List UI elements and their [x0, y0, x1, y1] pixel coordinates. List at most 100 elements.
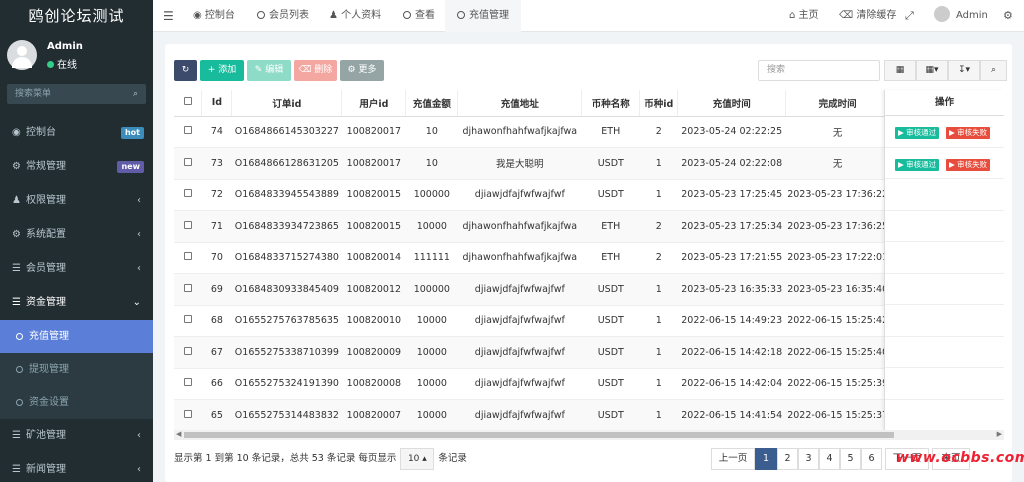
sidebar-search-input[interactable]: 搜索菜单 ⌕	[7, 84, 146, 104]
row-checkbox[interactable]	[174, 147, 202, 180]
cell-address: 我是大聪明	[457, 147, 582, 180]
recharge-table: Id 订单id 用户id 充值金额 充值地址 币种名称 币种id 充值时间 完成…	[174, 90, 1004, 430]
cell-coin: USDT	[581, 273, 640, 306]
sidebar-item-permissions[interactable]: ♟ 权限管理 ‹	[0, 184, 153, 218]
sidebar-item-dashboard[interactable]: ◉ 控制台 hot	[0, 116, 153, 150]
prev-page-button[interactable]: 上一页	[711, 448, 755, 470]
table-row[interactable]: 70 O1684833715274380 100820014 111111 djhawo…	[174, 242, 1004, 274]
add-button[interactable]: + 添加	[200, 60, 244, 81]
row-checkbox[interactable]	[174, 179, 202, 211]
row-checkbox[interactable]	[174, 368, 202, 400]
column-header[interactable]: 充值时间	[677, 90, 787, 117]
sidebar-subitem-recharge[interactable]: 充值管理	[0, 320, 153, 353]
column-header[interactable]: 用户id	[341, 90, 407, 117]
row-checkbox[interactable]	[174, 399, 202, 430]
app-logo-title[interactable]: 鸥创论坛测试	[0, 0, 153, 32]
operations-column: 操作 ▶ 审核通过 ▶ 审核失败 ▶ 审核通过 ▶ 审核失败	[884, 90, 1004, 431]
column-header[interactable]: 订单id	[231, 90, 343, 117]
approve-button[interactable]: ▶ 审核通过	[895, 158, 940, 171]
sidebar-item-general[interactable]: ⚙ 常规管理 new	[0, 150, 153, 184]
column-header[interactable]: 完成时间	[785, 90, 891, 117]
table-row[interactable]: 67 O1655275338710399 100820009 10000 djiawjd…	[174, 336, 1004, 369]
sidebar-item-news[interactable]: ☰ 新闻管理 ‹	[0, 453, 153, 482]
column-header[interactable]: 币种名称	[581, 90, 641, 117]
row-checkbox[interactable]	[174, 273, 202, 306]
row-checkbox[interactable]	[174, 305, 202, 337]
tab-member-list[interactable]: 会员列表	[257, 0, 309, 32]
scroll-right-icon[interactable]: ▶	[997, 430, 1002, 438]
column-header[interactable]: Id	[201, 90, 233, 117]
card-view-button[interactable]: ▦	[884, 60, 916, 81]
play-icon: ▶	[898, 128, 907, 137]
settings-gear-icon[interactable]: ⚙	[1003, 0, 1013, 32]
select-all-checkbox[interactable]	[174, 90, 203, 117]
table-row[interactable]: 68 O1655275763785635 100820010 10000 djiawjd…	[174, 305, 1004, 337]
export-button[interactable]: ↧▾	[948, 60, 980, 81]
cell-coin-id: 2	[639, 210, 678, 243]
edit-button[interactable]: ✎ 编辑	[247, 60, 291, 81]
page-button-2[interactable]: 2	[777, 448, 798, 470]
column-header[interactable]: 充值金额	[405, 90, 459, 117]
table-row[interactable]: 72 O1684833945543889 100820015 100000 djiawj…	[174, 179, 1004, 211]
sidebar-subitem-fund-settings[interactable]: 资金设置	[0, 386, 153, 419]
delete-button[interactable]: ⌫ 删除	[294, 60, 337, 81]
page-size-select[interactable]: 10 ▴	[400, 448, 435, 470]
cogs-icon: ⚙	[12, 161, 21, 172]
more-label: 更多	[358, 65, 377, 75]
page-button-6[interactable]: 6	[861, 448, 882, 470]
table-search-input[interactable]: 搜索	[758, 60, 880, 81]
scrollbar-thumb[interactable]	[184, 432, 894, 438]
table-row[interactable]: 73 O1684866128631205 100820017 10 我是大聪明 USDT 1…	[174, 147, 1004, 180]
table-row[interactable]: 74 O1684866145303227 100820017 10 djhawonfha…	[174, 116, 1004, 148]
row-checkbox[interactable]	[174, 210, 202, 243]
column-header[interactable]: 币种id	[639, 90, 679, 117]
page-button-4[interactable]: 4	[819, 448, 840, 470]
cell-order: O1684830933845409	[231, 273, 342, 306]
tab-view[interactable]: 查看	[403, 0, 435, 32]
reject-button[interactable]: ▶ 审核失败	[946, 127, 991, 139]
cell-time: 2023-05-23 16:35:33	[677, 273, 786, 306]
table-row[interactable]: 66 O1655275324191390 100820008 10000 djiawjd…	[174, 368, 1004, 400]
clear-cache-link[interactable]: ⌫ 清除缓存	[839, 0, 896, 32]
fullscreen-icon[interactable]: ⤢	[905, 0, 914, 32]
search-icon[interactable]: ⌕	[133, 84, 138, 104]
table-row[interactable]: 69 O1684830933845409 100820012 100000 djiawj…	[174, 273, 1004, 306]
more-button[interactable]: ⚙ 更多	[340, 60, 384, 81]
table-row[interactable]: 71 O1684833934723865 100820015 10000 djhawon…	[174, 210, 1004, 243]
menu-toggle-icon[interactable]: ☰	[163, 0, 174, 32]
table-row[interactable]: 65 O1655275314483832 100820007 10000 djiawjd…	[174, 399, 1004, 430]
cell-coin-id: 1	[639, 336, 678, 369]
cell-id: 71	[201, 210, 232, 243]
row-checkbox[interactable]	[174, 242, 202, 274]
sidebar-item-label: 矿池管理	[26, 430, 66, 441]
refresh-button[interactable]: ↻	[174, 60, 197, 81]
ops-rows: ▶ 审核通过 ▶ 审核失败 ▶ 审核通过 ▶ 审核失败	[885, 116, 1004, 431]
columns-toggle-button[interactable]: ▦▾	[916, 60, 948, 81]
cell-done: 无	[785, 116, 890, 148]
cell-coin-id: 1	[639, 368, 678, 400]
cell-id: 72	[201, 179, 232, 211]
sidebar-subitem-withdraw[interactable]: 提现管理	[0, 353, 153, 386]
page-button-1[interactable]: 1	[755, 448, 777, 470]
sidebar-item-mining[interactable]: ☰ 矿池管理 ‹	[0, 419, 153, 453]
page-button-3[interactable]: 3	[798, 448, 819, 470]
sidebar-item-members[interactable]: ☰ 会员管理 ‹	[0, 252, 153, 286]
column-header[interactable]: 充值地址	[457, 90, 583, 117]
admin-menu[interactable]: Admin	[934, 0, 988, 32]
reject-button[interactable]: ▶ 审核失败	[946, 158, 991, 171]
cell-coin: USDT	[581, 368, 640, 400]
approve-button[interactable]: ▶ 审核通过	[895, 127, 940, 139]
page-button-5[interactable]: 5	[840, 448, 861, 470]
scroll-left-icon[interactable]: ◀	[176, 430, 181, 438]
advanced-search-button[interactable]: ⌕	[980, 60, 1007, 81]
tab-recharge[interactable]: 充值管理	[445, 0, 521, 32]
tab-dashboard[interactable]: ◉ 控制台	[193, 0, 235, 32]
horizontal-scrollbar[interactable]: ◀ ▶	[174, 430, 1004, 440]
row-checkbox[interactable]	[174, 116, 202, 148]
sidebar-item-funds[interactable]: ☰ 资金管理 ⌄	[0, 286, 153, 320]
home-link[interactable]: ⌂ 主页	[789, 0, 819, 32]
cell-time: 2023-05-24 02:22:08	[677, 147, 786, 180]
row-checkbox[interactable]	[174, 336, 202, 369]
sidebar-item-system[interactable]: ⚙ 系统配置 ‹	[0, 218, 153, 252]
tab-profile[interactable]: ♟ 个人资料	[329, 0, 381, 32]
